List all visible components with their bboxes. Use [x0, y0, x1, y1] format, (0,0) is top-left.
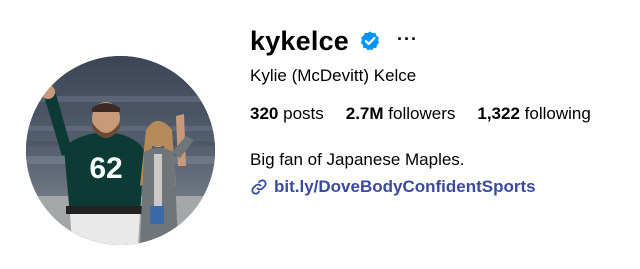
bio-link[interactable]: bit.ly/DoveBodyConfidentSports	[250, 177, 536, 197]
following-stat[interactable]: 1,322 following	[477, 104, 590, 124]
verified-badge-icon	[359, 30, 381, 52]
profile-avatar[interactable]: 62	[26, 56, 215, 245]
jersey-number: 62	[89, 152, 122, 185]
bio-link-text[interactable]: bit.ly/DoveBodyConfidentSports	[274, 177, 536, 197]
posts-label: posts	[283, 104, 324, 123]
following-count: 1,322	[477, 104, 520, 123]
posts-stat[interactable]: 320 posts	[250, 104, 324, 124]
followers-stat[interactable]: 2.7M followers	[346, 104, 456, 124]
posts-count: 320	[250, 104, 279, 123]
full-name: Kylie (McDevitt) Kelce	[250, 66, 417, 85]
bio-text: Big fan of Japanese Maples.	[250, 150, 465, 169]
username-row: kykelce ···	[250, 22, 418, 60]
avatar-photo: 62	[26, 56, 215, 245]
followers-label: followers	[388, 104, 456, 123]
profile-stats: 320 posts 2.7M followers 1,322 following	[250, 104, 591, 124]
link-icon	[250, 178, 268, 196]
followers-count: 2.7M	[345, 104, 384, 123]
more-dots-icon[interactable]: ···	[397, 30, 418, 52]
username[interactable]: kykelce	[250, 27, 349, 55]
following-label: following	[524, 104, 591, 123]
